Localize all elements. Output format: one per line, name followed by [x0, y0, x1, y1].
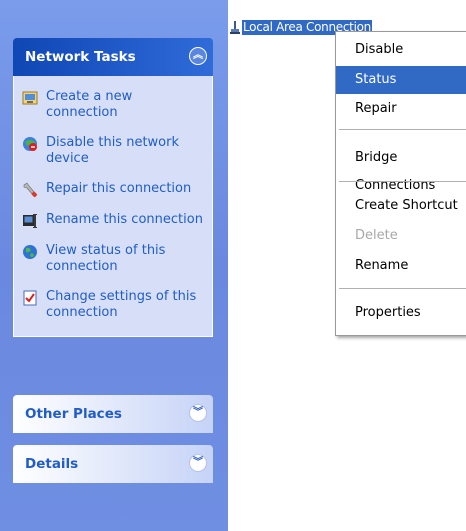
settings-checklist-icon — [23, 290, 37, 306]
details-title: Details — [25, 456, 79, 472]
details-header[interactable]: Details ︾ — [13, 445, 213, 483]
menu-item-properties[interactable]: Properties — [336, 299, 466, 327]
task-rename-connection[interactable]: Rename this connection — [14, 209, 212, 232]
disable-network-icon — [23, 137, 37, 151]
task-disable-device[interactable]: Disable this network device — [14, 132, 212, 170]
menu-item-bridge-connections[interactable]: Bridge Connections — [336, 144, 466, 193]
task-label: Rename this connection — [46, 212, 203, 227]
task-label: Change settings of this connection — [46, 289, 197, 320]
task-label: Disable this network device — [46, 135, 180, 166]
menu-item-rename[interactable]: Rename — [336, 252, 466, 280]
other-places-title: Other Places — [25, 406, 122, 422]
network-connection-icon — [230, 20, 240, 34]
network-tasks-panel: Network Tasks ︽ Create a new connection — [13, 38, 213, 337]
menu-separator — [339, 129, 466, 130]
other-places-panel: Other Places ︾ — [13, 395, 213, 433]
network-tasks-body: Create a new connection Disable this net… — [13, 76, 213, 337]
menu-separator — [339, 181, 466, 182]
task-view-status[interactable]: View status of this connection — [14, 240, 212, 278]
repair-wrench-icon — [23, 182, 38, 198]
task-repair-connection[interactable]: Repair this connection — [14, 178, 212, 201]
task-label: Repair this connection — [46, 181, 192, 196]
menu-separator — [339, 288, 466, 289]
collapse-chevron-icon[interactable]: ︽ — [189, 47, 207, 65]
other-places-header[interactable]: Other Places ︾ — [13, 395, 213, 433]
task-change-settings[interactable]: Change settings of this connection — [14, 286, 212, 324]
new-connection-icon — [22, 91, 38, 105]
menu-item-repair[interactable]: Repair — [336, 95, 466, 123]
task-label: Create a new connection — [46, 89, 133, 120]
task-create-connection[interactable]: Create a new connection — [14, 86, 212, 124]
expand-chevron-icon[interactable]: ︾ — [189, 454, 207, 472]
menu-item-status[interactable]: Status — [336, 66, 466, 94]
menu-item-disable[interactable]: Disable — [336, 36, 466, 64]
details-panel: Details ︾ — [13, 445, 213, 483]
rename-icon — [23, 214, 37, 228]
task-label: View status of this connection — [46, 243, 166, 274]
task-pane: Network Tasks ︽ Create a new connection — [0, 0, 228, 531]
globe-status-icon — [23, 245, 37, 259]
menu-item-delete: Delete — [355, 228, 398, 243]
menu-item-create-shortcut[interactable]: Create Shortcut — [336, 192, 466, 220]
expand-chevron-icon[interactable]: ︾ — [189, 404, 207, 422]
network-tasks-title: Network Tasks — [25, 49, 136, 65]
context-menu: Disable Status Repair Bridge Connections… — [335, 31, 466, 336]
network-tasks-header[interactable]: Network Tasks ︽ — [13, 38, 213, 76]
